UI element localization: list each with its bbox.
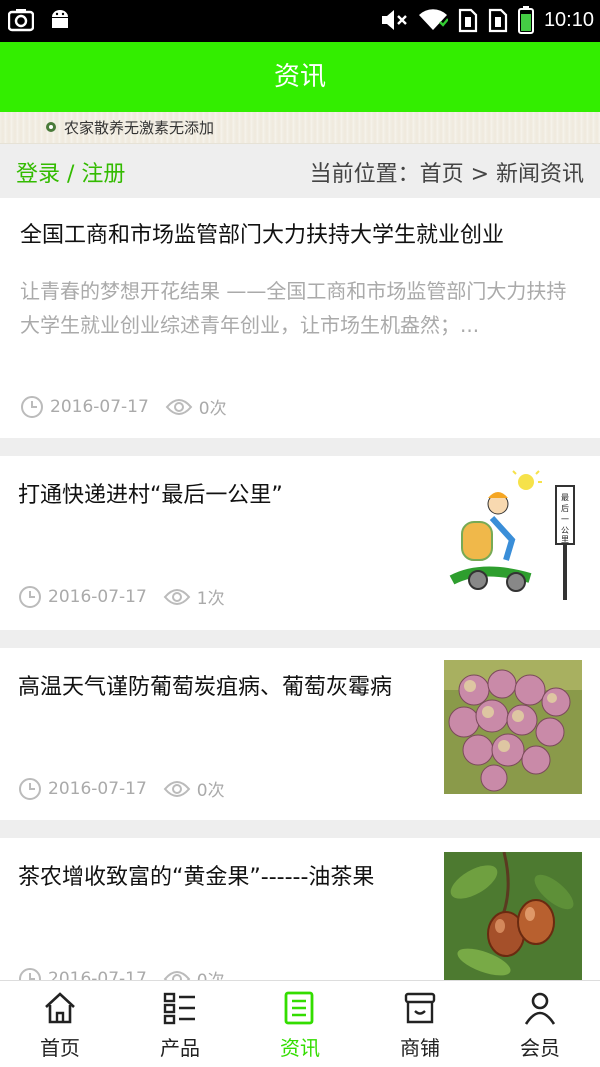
courier-illustration: 最 后 一 公 里: [449, 470, 575, 600]
tab-label: 会员: [520, 1036, 560, 1060]
app-header: 资讯: [0, 42, 600, 112]
android-icon: [52, 10, 68, 28]
tab-products[interactable]: 产品: [120, 981, 240, 1067]
article-views: 1次: [196, 589, 225, 609]
screenshot-icon: [8, 9, 34, 32]
article-meta: 2016-07-17 0次: [18, 776, 225, 801]
promo-banner[interactable]: 农家散养无激素无添加: [0, 112, 600, 144]
sim2-icon: [488, 8, 508, 33]
article-views: 0次: [196, 781, 225, 801]
article-meta: 2016-07-17 0次: [20, 394, 227, 419]
wifi-icon: [418, 9, 448, 31]
article-date: 2016-07-17: [48, 586, 147, 607]
eye-icon: [163, 970, 191, 980]
article-date: 2016-07-17: [48, 968, 147, 981]
sign-char: 公: [561, 526, 569, 535]
clock-icon: [19, 967, 41, 980]
article-summary: 让青春的梦想开花结果 ——全国工商和市场监管部门大力扶持大学生就业创业综述青年创…: [20, 279, 567, 337]
clock-icon: [21, 395, 43, 418]
battery-icon: [517, 6, 534, 34]
tab-label: 产品: [160, 1036, 200, 1060]
article-date: 2016-07-17: [48, 778, 147, 799]
article-views: 0次: [197, 966, 225, 980]
article-item[interactable]: 高温天气谨防葡萄炭疽病、葡萄灰霉病 2016-07-17 0次: [0, 648, 600, 820]
clock-icon: [19, 585, 41, 608]
article-title: 茶农增收致富的“黄金果”------油茶果: [18, 865, 375, 890]
article-thumbnail: 最 后 一 公 里: [444, 470, 582, 604]
article-date: 2016-07-17: [50, 396, 149, 417]
article-item[interactable]: 茶农增收致富的“黄金果”------油茶果 2016-07-17 0次: [0, 838, 600, 980]
tab-label: 商铺: [400, 1036, 440, 1060]
article-thumbnail: [444, 852, 582, 980]
news-icon: [284, 991, 314, 1025]
tab-label: 首页: [40, 1036, 80, 1060]
bottom-tab-bar: 首页 产品 资讯 商铺 会员: [0, 980, 600, 1067]
eye-icon: [163, 780, 191, 797]
article-title: 高温天气谨防葡萄炭疽病、葡萄灰霉病: [18, 675, 393, 700]
article-title: 打通快递进村“最后一公里”: [18, 483, 283, 508]
eye-icon: [163, 588, 191, 605]
status-bar: 10:10: [0, 0, 600, 42]
eye-icon: [165, 398, 193, 415]
store-icon: [404, 992, 436, 1024]
list-icon: [163, 992, 195, 1025]
article-item[interactable]: 全国工商和市场监管部门大力扶持大学生就业创业 让青春的梦想开花结果 ——全国工商…: [0, 198, 600, 438]
breadcrumb-bar: 登录 / 注册 当前位置：首页 > 新闻资讯: [0, 144, 600, 196]
bullet-icon: [46, 122, 56, 132]
tab-member[interactable]: 会员: [480, 981, 600, 1067]
article-views: 0次: [198, 399, 227, 419]
tab-label: 资讯: [280, 1036, 320, 1060]
page-title: 资讯: [273, 62, 326, 92]
grape-photo: [444, 660, 582, 794]
camellia-fruit-photo: [444, 852, 582, 980]
sign-char: 里: [561, 535, 569, 544]
mute-icon: [381, 10, 407, 30]
article-meta: 2016-07-17 1次: [18, 584, 225, 609]
tab-news[interactable]: 资讯: [240, 981, 360, 1067]
sign-char: 后: [561, 503, 569, 513]
article-item[interactable]: 打通快递进村“最后一公里” 2016-07-17 1次 最 后 一 公 里: [0, 456, 600, 630]
login-register-link[interactable]: 登录 / 注册: [16, 156, 125, 188]
clock: 10:10: [543, 8, 594, 31]
breadcrumb: 当前位置：首页 > 新闻资讯: [309, 162, 584, 187]
sim1-icon: [458, 8, 478, 33]
tab-home[interactable]: 首页: [0, 981, 120, 1067]
user-icon: [524, 992, 556, 1025]
home-icon: [45, 992, 75, 1024]
article-meta: 2016-07-17 0次: [18, 966, 225, 980]
tab-stores[interactable]: 商铺: [360, 981, 480, 1067]
sign-char: 一: [561, 515, 569, 524]
clock-icon: [19, 777, 41, 800]
sign-char: 最: [561, 493, 569, 502]
article-title: 全国工商和市场监管部门大力扶持大学生就业创业: [20, 223, 505, 248]
article-thumbnail: [444, 660, 582, 794]
banner-text: 农家散养无激素无添加: [64, 119, 215, 137]
